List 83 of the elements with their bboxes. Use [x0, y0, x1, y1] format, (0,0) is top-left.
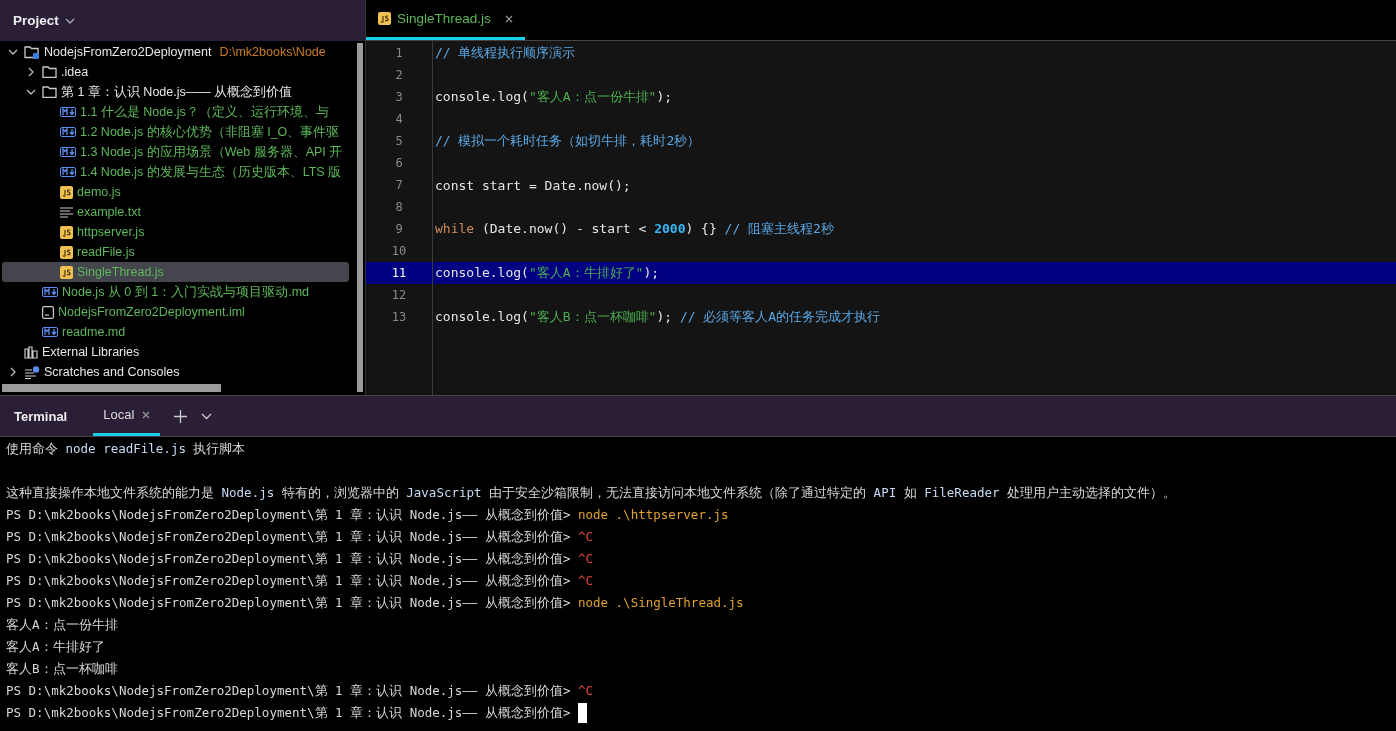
terminal-line: 客人B：点一杯咖啡 [6, 660, 118, 678]
line-number: 3 [395, 90, 403, 104]
tree-item[interactable]: httpserver.js [2, 222, 349, 242]
tree-item[interactable]: Scratches and Consoles [2, 362, 349, 382]
chevron-down-icon[interactable] [201, 412, 213, 420]
markdown-icon [60, 127, 76, 137]
javascript-file-icon [60, 265, 73, 279]
horizontal-scrollbar[interactable] [2, 384, 221, 392]
terminal-line: PS D:\mk2books\NodejsFromZero2Deployment\第 1 章：认识 Node.js—— 从概念到价值> ^C [6, 572, 594, 590]
plus-icon[interactable] [174, 409, 188, 423]
tree-item[interactable]: 1.4 Node.js 的发展与生态（历史版本、LTS 版 [2, 162, 349, 182]
line-number: 9 [395, 222, 403, 236]
close-icon[interactable] [142, 410, 151, 419]
javascript-file-icon [60, 185, 73, 199]
tree-item[interactable]: demo.js [2, 182, 349, 202]
javascript-file-icon [60, 245, 73, 259]
terminal-line: 这种直接操作本地文件系统的能力是 Node.js 特有的，浏览器中的 JavaScript 由于安全沙箱限制，无法直接访问本地文件系统（除了通过特定的 API 如 FileReader 处理用户主动选择的文件）。 [6, 484, 1177, 502]
code-line: console.log("客人A：牛排好了"); [435, 264, 660, 282]
markdown-icon [42, 327, 58, 337]
tree-item[interactable]: NodejsFromZero2Deployment.iml [2, 302, 349, 322]
terminal-line: 使用命令 node readFile.js 执行脚本 [6, 440, 246, 458]
line-number: 1 [395, 46, 403, 60]
project-panel-title[interactable]: Project [13, 13, 59, 28]
project-folder-icon [24, 45, 40, 59]
line-number: 12 [391, 288, 407, 302]
tree-item[interactable]: NodejsFromZero2Deployment D:\mk2books\Node [2, 42, 349, 62]
folder-icon [42, 86, 57, 98]
terminal-line: PS D:\mk2books\NodejsFromZero2Deployment\第 1 章：认识 Node.js—— 从概念到价值> ^C [6, 550, 594, 568]
vertical-scrollbar[interactable] [357, 43, 363, 392]
line-number: 13 [391, 310, 407, 324]
scratches-icon [24, 365, 40, 379]
terminal-line: PS D:\mk2books\NodejsFromZero2Deployment\第 1 章：认识 Node.js—— 从概念到价值> [6, 704, 572, 722]
terminal-line: PS D:\mk2books\NodejsFromZero2Deployment\第 1 章：认识 Node.js—— 从概念到价值> node .\httpserver.js [6, 506, 729, 524]
tree-item[interactable]: readme.md [2, 322, 349, 342]
tree-item[interactable]: 1.1 什么是 Node.js？（定义、运行环境、与 [2, 102, 349, 122]
library-icon [24, 345, 38, 359]
markdown-icon [60, 147, 76, 157]
code-line: while (Date.now() - start < 2000) {} // 阻塞主线程2秒 [435, 220, 834, 238]
javascript-file-icon [60, 225, 73, 239]
tree-item[interactable]: External Libraries [2, 342, 349, 362]
markdown-icon [42, 287, 58, 297]
tree-item[interactable]: 1.2 Node.js 的核心优势（非阻塞 I_O、事件驱 [2, 122, 349, 142]
tree-item[interactable]: .idea [2, 62, 349, 82]
terminal-line: 客人A：点一份牛排 [6, 616, 118, 634]
markdown-icon [60, 167, 76, 177]
line-number: 5 [395, 134, 403, 148]
module-file-icon [42, 305, 54, 319]
chevron-down-icon[interactable] [26, 89, 36, 95]
code-line: console.log("客人A：点一份牛排"); [435, 88, 673, 106]
line-number: 8 [395, 200, 403, 214]
code-line: console.log("客人B：点一杯咖啡"); // 必须等客人A的任务完成才执行 [435, 308, 881, 326]
code-line: // 单线程执行顺序演示 [435, 44, 576, 62]
line-number: 6 [395, 156, 403, 170]
tree-item[interactable]: 第 1 章：认识 Node.js—— 从概念到价值 [2, 82, 349, 102]
line-number: 4 [395, 112, 403, 126]
markdown-icon [60, 107, 76, 117]
tree-item[interactable]: SingleThread.js [2, 262, 349, 282]
terminal-title: Terminal [14, 408, 68, 424]
line-number: 7 [395, 178, 403, 192]
line-number: 10 [391, 244, 407, 258]
tree-item[interactable]: readFile.js [2, 242, 349, 262]
code-line: // 模拟一个耗时任务（如切牛排，耗时2秒） [435, 132, 701, 150]
tree-item[interactable]: 1.3 Node.js 的应用场景（Web 服务器、API 开 [2, 142, 349, 162]
chevron-right-icon[interactable] [28, 67, 34, 77]
chevron-down-icon[interactable] [8, 49, 18, 55]
code-line: const start = Date.now(); [435, 177, 631, 193]
project-path: D:\mk2books\Node [219, 45, 326, 59]
close-icon[interactable] [504, 14, 513, 23]
tree-item[interactable]: example.txt [2, 202, 349, 222]
terminal-line: PS D:\mk2books\NodejsFromZero2Deployment\第 1 章：认识 Node.js—— 从概念到价值> ^C [6, 528, 594, 546]
terminal-line: PS D:\mk2books\NodejsFromZero2Deployment\第 1 章：认识 Node.js—— 从概念到价值> ^C [6, 682, 594, 700]
chevron-down-icon[interactable] [64, 17, 75, 24]
terminal-line: PS D:\mk2books\NodejsFromZero2Deployment\第 1 章：认识 Node.js—— 从概念到价值> node .\SingleThread.js [6, 594, 744, 612]
text-file-icon [60, 206, 73, 218]
terminal-tab[interactable]: Local [93, 396, 161, 436]
folder-icon [42, 66, 57, 78]
line-number: 2 [395, 68, 403, 82]
editor-tab[interactable]: SingleThread.js [366, 0, 525, 40]
chevron-right-icon[interactable] [10, 367, 16, 377]
terminal-line: 客人A：牛排好了 [6, 638, 105, 656]
tree-item[interactable]: Node.js 从 0 到 1：入门实战与项目驱动.md [2, 282, 349, 302]
line-number: 11 [391, 266, 407, 280]
javascript-file-icon [378, 12, 391, 25]
